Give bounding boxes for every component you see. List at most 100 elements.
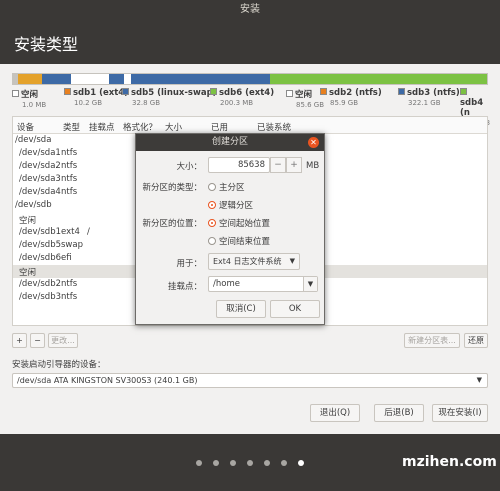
location-label: 新分区的位置： <box>142 219 202 229</box>
cancel-button[interactable]: 取消(C) <box>216 300 266 318</box>
size-input[interactable]: 85638 <box>208 157 270 173</box>
watermark: mzihen.com <box>402 454 497 470</box>
quit-button[interactable]: 退出(Q) <box>310 404 360 422</box>
partition-segment <box>17 74 42 84</box>
cell-type: ntfs <box>61 279 78 290</box>
cell-type: ntfs <box>61 292 78 303</box>
use-as-label: 用于： <box>176 259 202 269</box>
partition-segment <box>109 74 124 84</box>
cell-device: /dev/sda <box>15 135 52 145</box>
legend-name: sdb5 (linux-swap) <box>131 88 217 98</box>
radio-end[interactable]: 空间结束位置 <box>208 235 270 247</box>
install-now-button[interactable]: 现在安装(I) <box>432 404 488 422</box>
dialog-titlebar: 创建分区 <box>136 134 324 151</box>
legend-item: sdb3 (ntfs) 322.1 GB <box>398 88 460 107</box>
add-partition-button[interactable]: + <box>12 333 27 348</box>
chevron-down-icon[interactable]: ▼ <box>303 277 317 291</box>
table-header: 设备 类型 挂载点 格式化？ 大小 已用 已装系统 <box>13 117 487 134</box>
cell-device: /dev/sda1 <box>19 148 61 159</box>
dialog-title: 创建分区 <box>211 137 248 147</box>
mount-point-label: 挂载点： <box>167 282 202 292</box>
col-mount[interactable]: 挂载点 <box>89 121 115 133</box>
chevron-down-icon: ▼ <box>476 376 482 384</box>
size-decrement-button[interactable]: − <box>270 157 286 173</box>
partition-bar <box>12 73 488 85</box>
col-used[interactable]: 已用 <box>211 121 228 133</box>
cell-device: /dev/sdb1 <box>19 226 62 237</box>
chevron-down-icon: ▼ <box>289 257 295 265</box>
legend-size: 200.3 MB <box>220 99 254 107</box>
legend-size: 10.2 GB <box>74 99 103 107</box>
progress-dot <box>196 460 202 466</box>
partition-legend: 空闲 1.0 MB sdb1 (ext4) 10.2 GB sdb5 (linux-sw… <box>12 88 490 135</box>
progress-dot <box>298 460 304 466</box>
radio-end-label: 空间结束位置 <box>219 237 271 247</box>
radio-primary[interactable]: 主分区 <box>208 181 245 193</box>
back-button[interactable]: 后退(B) <box>374 404 424 422</box>
cell-device: /dev/sdb2 <box>19 279 62 290</box>
cell-device: /dev/sda4 <box>19 187 61 198</box>
partition-segment <box>130 74 271 84</box>
progress-dot <box>213 460 219 466</box>
col-installed[interactable]: 已装系统 <box>257 121 291 133</box>
create-partition-dialog: 创建分区 ✕ 大小： 85638 − + MB 新分区的类型： 主分区 逻辑分区… <box>135 133 325 325</box>
ok-button[interactable]: OK <box>270 300 320 318</box>
legend-item: sdb1 (ext4) 10.2 GB <box>64 88 128 107</box>
remove-partition-button[interactable]: − <box>30 333 45 348</box>
legend-swatch <box>12 90 19 97</box>
size-increment-button[interactable]: + <box>286 157 302 173</box>
legend-swatch <box>286 90 293 97</box>
cell-device: /dev/sda3 <box>19 174 61 185</box>
size-label: 大小： <box>176 162 202 172</box>
cell-type: efi <box>61 252 72 263</box>
radio-beginning-label: 空间起始位置 <box>219 219 271 229</box>
legend-swatch <box>398 88 405 95</box>
cell-type: swap <box>61 239 83 250</box>
radio-indicator <box>208 201 216 209</box>
cell-device: /dev/sdb <box>15 200 52 211</box>
legend-swatch <box>64 88 71 95</box>
change-partition-button[interactable]: 更改... <box>48 333 78 348</box>
use-as-select[interactable]: Ext4 日志文件系统 ▼ <box>208 253 300 270</box>
radio-logical-label: 逻辑分区 <box>219 201 254 211</box>
legend-size: 1.0 MB <box>22 101 47 109</box>
radio-indicator <box>208 183 216 191</box>
legend-item: sdb2 (ntfs) 85.9 GB <box>320 88 382 107</box>
revert-button[interactable]: 还原 <box>464 333 488 348</box>
col-device[interactable]: 设备 <box>17 121 34 133</box>
cell-device: /dev/sdb6 <box>19 252 62 263</box>
new-partition-table-button[interactable]: 新建分区表... <box>404 333 460 348</box>
table-buttons: + − 更改... 新建分区表... 还原 <box>12 333 488 348</box>
legend-item: 空闲 85.6 GB <box>286 88 324 109</box>
cell-type: ext4 <box>61 226 80 237</box>
cell-device: /dev/sdb5 <box>19 239 62 250</box>
mount-point-value: /home <box>213 279 240 289</box>
close-icon[interactable]: ✕ <box>308 137 319 148</box>
legend-size: 32.8 GB <box>132 99 161 107</box>
legend-item: 空闲 1.0 MB <box>12 88 46 109</box>
cell-device: 空闲 <box>19 267 37 278</box>
cell-type: ntfs <box>61 187 78 198</box>
legend-name: sdb1 (ext4) <box>73 88 129 98</box>
partition-segment <box>123 74 131 84</box>
col-type[interactable]: 类型 <box>63 121 80 133</box>
radio-logical[interactable]: 逻辑分区 <box>208 199 253 211</box>
col-format[interactable]: 格式化？ <box>123 121 157 133</box>
page-title: 安装类型 <box>14 35 79 54</box>
cell-type: ntfs <box>61 161 78 172</box>
boot-device-value: /dev/sda ATA KINGSTON SV300S3 (240.1 GB) <box>17 376 198 385</box>
legend-size: 85.9 GB <box>330 99 359 107</box>
mount-point-input[interactable]: /home ▼ <box>208 276 318 292</box>
type-label: 新分区的类型： <box>142 183 202 193</box>
cell-device: /dev/sdb3 <box>19 292 62 303</box>
legend-size: 322.1 GB <box>408 99 441 107</box>
boot-device-select[interactable]: /dev/sda ATA KINGSTON SV300S3 (240.1 GB)… <box>12 373 488 388</box>
progress-dot <box>264 460 270 466</box>
legend-item: sdb5 (linux-swap) 32.8 GB <box>122 88 217 107</box>
page-header: 安装类型 <box>0 20 500 64</box>
radio-beginning[interactable]: 空间起始位置 <box>208 217 270 229</box>
legend-name: 空闲 <box>21 90 39 100</box>
legend-name: sdb2 (ntfs) <box>329 88 382 98</box>
partition-segment <box>70 74 110 84</box>
col-size[interactable]: 大小 <box>165 121 182 133</box>
